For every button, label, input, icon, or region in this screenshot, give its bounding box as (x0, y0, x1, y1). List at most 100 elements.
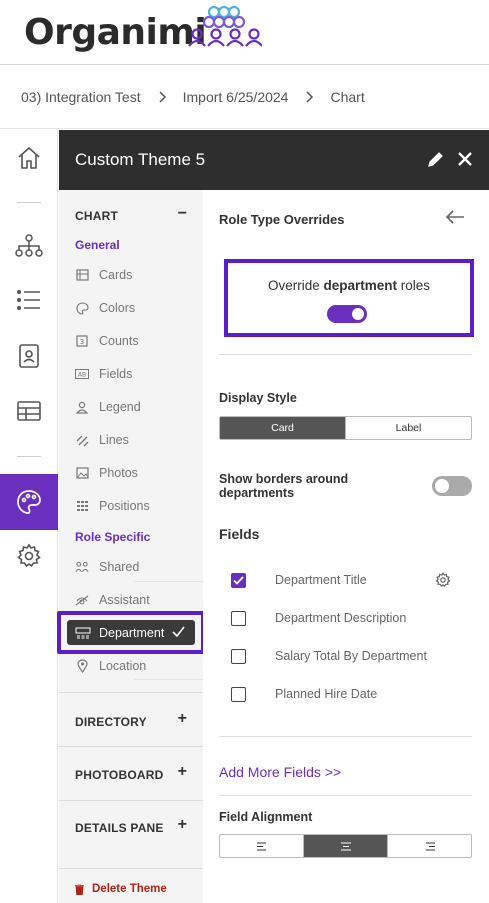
field-row-department-description: Department Description (231, 608, 471, 628)
expand-icon[interactable]: + (178, 763, 187, 781)
nav-item-fields[interactable]: AB Fields (75, 364, 132, 384)
field-label: Department Description (275, 611, 407, 625)
show-borders-toggle[interactable] (432, 476, 472, 496)
person-icon (75, 400, 89, 414)
override-label: Override department roles (267, 278, 431, 293)
field-label: Salary Total By Department (275, 649, 427, 663)
section-directory-header[interactable]: DIRECTORY (75, 715, 147, 729)
nav-item-label: Lines (99, 433, 129, 447)
gear-icon (17, 543, 41, 568)
section-photoboard-header[interactable]: PHOTOBOARD (75, 768, 163, 782)
nav-item-cards[interactable]: Cards (75, 265, 132, 285)
field-row-salary-total: Salary Total By Department (231, 646, 471, 666)
display-style-label: Display Style (219, 391, 297, 405)
nav-item-photos[interactable]: Photos (75, 463, 138, 483)
assistant-icon (75, 593, 89, 607)
people-icon (75, 560, 89, 574)
nav-item-lines[interactable]: Lines (75, 430, 129, 450)
nav-item-label: Location (99, 659, 147, 673)
table-icon (17, 401, 41, 421)
add-more-fields-link[interactable]: Add More Fields >> (219, 764, 341, 780)
nav-item-label: Shared (99, 560, 140, 574)
nav-item-legend[interactable]: Legend (75, 397, 141, 417)
section-details-pane-header[interactable]: DETAILS PANE (75, 821, 164, 835)
chevron-right-icon (304, 91, 314, 103)
nav-item-colors[interactable]: Colors (75, 298, 135, 318)
panel-title: Role Type Overrides (219, 212, 345, 227)
close-icon[interactable] (457, 151, 473, 167)
theme-settings-nav: CHART − General Cards Colors 3 Counts AB… (59, 190, 246, 903)
field-row-planned-hire-date: Planned Hire Date (231, 684, 471, 704)
rail-settings-button[interactable] (0, 528, 58, 584)
contact-card-icon (19, 344, 39, 368)
nav-item-label: Colors (99, 301, 136, 315)
grid-dots-icon (75, 499, 89, 513)
delete-theme-button[interactable]: Delete Theme (75, 883, 167, 895)
arrow-left-icon[interactable] (445, 209, 465, 225)
theme-header: Custom Theme 5 (59, 130, 489, 190)
rail-theme-button[interactable] (0, 474, 58, 530)
image-icon (75, 466, 89, 480)
list-icon (16, 289, 40, 310)
group-role-specific-label: Role Specific (75, 530, 151, 544)
show-borders-label: Show borders around departments (219, 472, 349, 500)
nav-item-counts[interactable]: 3 Counts (75, 331, 139, 351)
trash-icon (75, 883, 84, 895)
nav-item-label: Legend (99, 400, 141, 414)
align-center-button[interactable] (304, 835, 388, 857)
checkbox[interactable] (231, 686, 246, 702)
org-people-icon (188, 5, 262, 47)
nav-item-assistant[interactable]: Assistant (75, 590, 150, 610)
field-row-department-title: Department Title (231, 570, 471, 590)
group-general-label: General (75, 238, 120, 252)
breadcrumb: 03) Integration Test Import 6/25/2024 Ch… (0, 66, 489, 129)
gear-icon[interactable] (435, 572, 451, 588)
rail-directory-button[interactable] (0, 328, 58, 384)
align-right-icon (425, 841, 435, 851)
nav-item-label: Counts (99, 334, 139, 348)
display-style-label-option[interactable]: Label (346, 417, 471, 439)
display-style-toggle: Card Label (219, 416, 472, 440)
breadcrumb-item[interactable]: Import 6/25/2024 (183, 89, 289, 105)
nav-item-shared[interactable]: Shared (75, 557, 139, 577)
rail-list-button[interactable] (0, 272, 58, 328)
align-center-icon (340, 841, 351, 851)
expand-icon[interactable]: + (178, 816, 187, 834)
home-icon (18, 147, 40, 169)
align-left-icon (256, 841, 266, 851)
nav-item-label: Positions (99, 499, 150, 513)
override-toggle[interactable] (327, 305, 367, 323)
checkbox-checked[interactable] (231, 572, 246, 588)
map-pin-icon (75, 659, 89, 673)
expand-icon[interactable]: + (178, 710, 187, 728)
collapse-icon[interactable]: − (178, 205, 187, 223)
section-chart-header[interactable]: CHART (75, 209, 118, 223)
breadcrumb-item[interactable]: Chart (330, 89, 364, 105)
app-logo-text: Organimi (24, 12, 207, 53)
palette-icon (17, 490, 41, 514)
theme-title: Custom Theme 5 (75, 150, 206, 169)
delete-theme-label: Delete Theme (92, 883, 167, 895)
nav-item-label: Photos (99, 466, 138, 480)
palette-icon (75, 301, 89, 315)
nav-item-positions[interactable]: Positions (75, 496, 150, 516)
fields-heading: Fields (219, 526, 260, 542)
align-left-button[interactable] (220, 835, 304, 857)
svg-text:AB: AB (78, 372, 86, 379)
checkbox[interactable] (231, 648, 246, 664)
lines-icon (75, 433, 89, 447)
breadcrumb-item[interactable]: 03) Integration Test (21, 89, 141, 105)
field-label: Planned Hire Date (275, 687, 378, 701)
checkbox[interactable] (231, 610, 246, 626)
align-right-button[interactable] (388, 835, 471, 857)
rail-table-button[interactable] (0, 383, 58, 439)
counter-icon: 3 (75, 334, 89, 348)
rail-org-chart-button[interactable] (0, 218, 58, 274)
rail-home-button[interactable] (0, 130, 58, 186)
field-alignment-toggle (219, 834, 472, 858)
pencil-icon[interactable] (427, 150, 445, 168)
display-style-card-option[interactable]: Card (220, 417, 346, 439)
role-type-overrides-panel: Role Type Overrides Override department … (203, 190, 489, 903)
nav-item-location[interactable]: Location (75, 656, 146, 676)
field-label: Department Title (275, 573, 367, 587)
